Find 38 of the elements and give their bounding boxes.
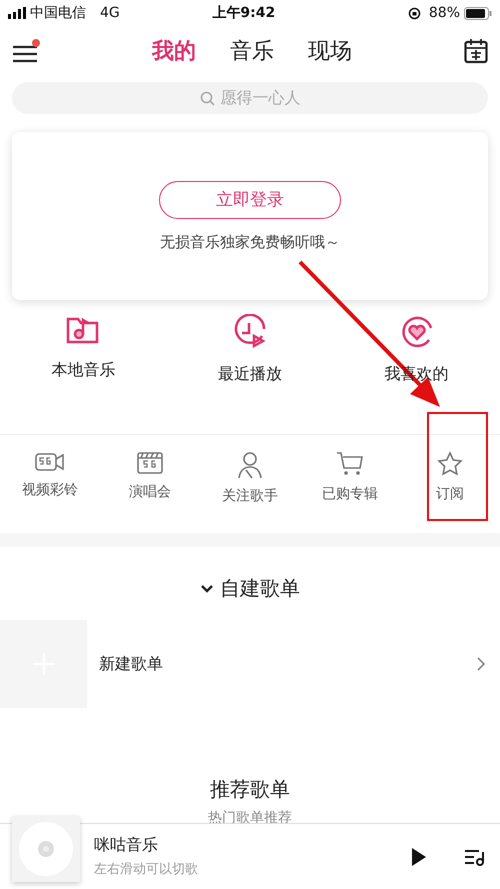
section-title: 推荐歌单 bbox=[210, 776, 290, 803]
quick-link[interactable]: 本地音乐 bbox=[23, 314, 144, 394]
new-playlist-row[interactable]: 新建歌单 bbox=[0, 620, 500, 708]
player-title: 咪咕音乐 bbox=[94, 835, 159, 856]
login-subtitle: 无损音乐独家免费畅听哦～ bbox=[160, 232, 340, 252]
disc-icon bbox=[18, 820, 74, 876]
feature-link[interactable]: 已购专辑 bbox=[305, 451, 395, 533]
play-button[interactable] bbox=[410, 846, 428, 868]
star-icon bbox=[437, 451, 463, 477]
feature-link[interactable]: 视频彩铃 bbox=[5, 451, 95, 533]
clock-play-icon bbox=[232, 314, 268, 350]
calendar-icon[interactable] bbox=[464, 38, 488, 64]
rotation-lock-icon bbox=[408, 6, 421, 20]
chevron-icon bbox=[200, 584, 214, 594]
nav-tab[interactable]: 我的 bbox=[152, 36, 196, 66]
feature-link[interactable]: 演唱会 bbox=[105, 451, 195, 533]
menu-button[interactable] bbox=[12, 38, 40, 64]
player-hint: 左右滑动可以切歌 bbox=[94, 861, 199, 878]
battery-icon bbox=[464, 6, 492, 20]
chevron-right-icon bbox=[476, 656, 486, 672]
feature-link[interactable]: 订阅 bbox=[405, 451, 495, 533]
carrier-name: 中国电信 bbox=[30, 4, 86, 22]
signal-icon bbox=[8, 7, 26, 19]
status-time: 上午9:42 bbox=[211, 4, 276, 22]
search-placeholder: 愿得一心人 bbox=[220, 88, 300, 108]
video-camera-icon bbox=[35, 451, 65, 473]
nav-tab[interactable]: 现场 bbox=[308, 36, 352, 66]
quick-link[interactable]: 最近播放 bbox=[190, 314, 310, 394]
playlist-section-header[interactable]: 自建歌单 bbox=[200, 575, 300, 602]
network-type: 4G bbox=[100, 5, 120, 21]
cart-icon bbox=[336, 451, 364, 477]
search-icon bbox=[200, 90, 214, 106]
clapperboard-icon bbox=[137, 451, 163, 475]
battery-percent: 88% bbox=[428, 5, 460, 21]
nav-tab[interactable]: 音乐 bbox=[230, 36, 274, 66]
person-icon bbox=[237, 451, 263, 479]
login-button[interactable]: 立即登录 bbox=[159, 180, 341, 218]
feature-link[interactable]: 关注歌手 bbox=[205, 451, 295, 533]
